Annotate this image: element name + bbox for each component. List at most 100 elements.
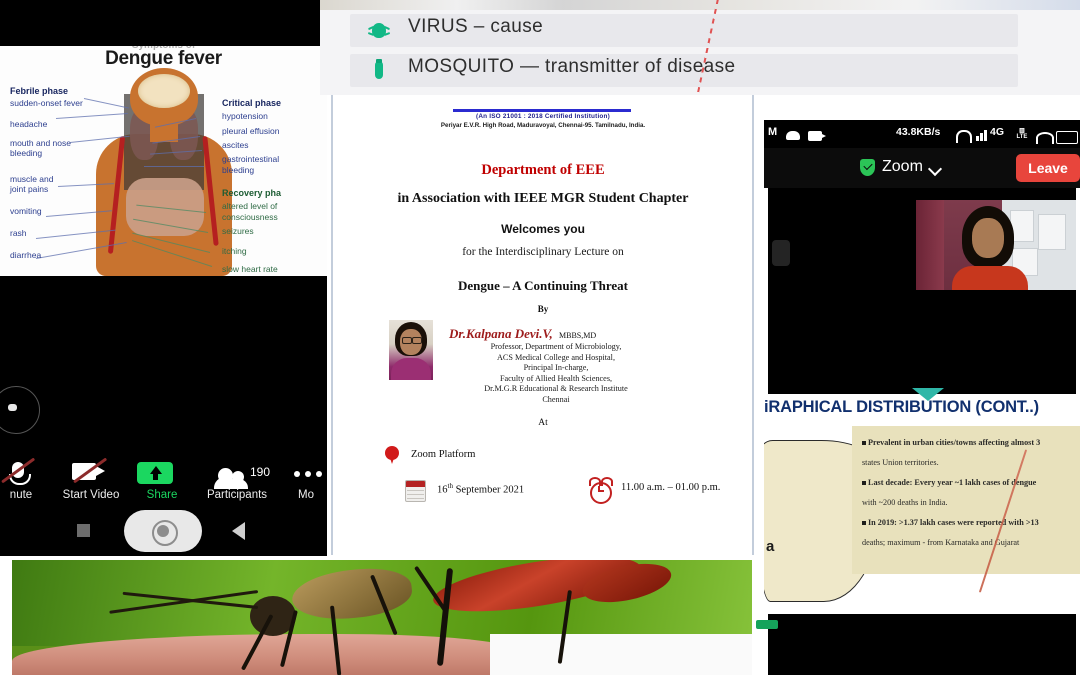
label-critical-phase: Critical phase	[222, 98, 282, 108]
phone-zoom-panel: M 43.8KB/s 4G ▥ LTE Zoom Leave iRAPHICAL…	[756, 120, 1080, 675]
signal-bar-icon	[976, 136, 979, 141]
photo-white-area	[490, 634, 752, 675]
speaker-video-tile[interactable]	[916, 200, 1076, 290]
signal-bar-icon	[984, 130, 987, 141]
at-label: At	[538, 418, 548, 428]
venue-text: Zoom Platform	[411, 449, 476, 460]
label-joint-pains: joint pains	[10, 184, 49, 194]
back-button-icon[interactable]	[232, 522, 245, 540]
calendar-icon	[405, 480, 426, 502]
zoom-shared-screen-panel: Symptoms of Dengue fever	[0, 0, 327, 556]
map-side-letter: a	[766, 538, 775, 555]
cloud-icon	[786, 131, 800, 140]
home-button-inner	[157, 525, 169, 537]
bullet-text: In 2019: >1.37 lakh cases were reported …	[868, 518, 1039, 527]
label-vomiting: vomiting	[10, 206, 42, 216]
more-button[interactable]: Mo	[284, 459, 327, 502]
start-video-button[interactable]: Start Video	[54, 457, 128, 502]
speaker-degree: MBBS,MD	[559, 331, 597, 340]
phone-video-stage	[768, 188, 1076, 394]
label-recovery-phase: Recovery pha	[222, 188, 282, 198]
network-type-label: 4G	[990, 126, 1005, 138]
label-consciousness: consciousness	[222, 212, 278, 222]
screen-top-letterbox	[0, 0, 327, 46]
raise-hand-button[interactable]	[772, 240, 790, 266]
slide-bullet-row: VIRUS – cause	[350, 14, 1018, 47]
slide-bullet-line: In 2019: >1.37 lakh cases were reported …	[862, 518, 1039, 527]
label-sudden-onset-fever: sudden-onset fever	[10, 98, 83, 108]
welcome-line: Welcomes you	[501, 222, 585, 236]
network-speed-label: 43.8KB/s	[896, 126, 941, 138]
label-slow-heart-rate: slow heart rate	[222, 264, 278, 274]
label-altered-level: altered level of	[222, 201, 278, 211]
leader-line	[144, 166, 204, 167]
institution-address-line: Periyar E.V.R. High Road, Maduravoyal, C…	[440, 122, 646, 129]
headset-icon	[956, 130, 972, 143]
virus-row-text: VIRUS – cause	[408, 16, 544, 37]
slide-textbox: Prevalent in urban cities/towns affectin…	[852, 426, 1080, 593]
battery-icon	[1056, 131, 1078, 144]
wifi-icon	[1036, 132, 1054, 144]
iso-certification-line: (An ISO 21001 : 2018 Certified Instituti…	[476, 113, 610, 120]
participants-count: 190	[250, 465, 271, 479]
leave-button[interactable]: Leave	[1016, 154, 1080, 182]
background-curtain	[916, 200, 944, 290]
by-label: By	[537, 304, 549, 314]
share-label: Share	[146, 489, 178, 501]
slide-map-area: a Prevalent in urban cities/towns affect…	[764, 420, 1080, 610]
date-day: 16	[437, 484, 448, 496]
android-navigation-bar	[0, 506, 327, 556]
speaker-affiliation: Professor, Department of Microbiology, A…	[484, 342, 628, 404]
more-dots-icon	[284, 459, 327, 485]
brain	[138, 74, 190, 108]
label-rash: rash	[10, 228, 27, 238]
video-stage	[0, 276, 327, 453]
virus-icon	[367, 19, 391, 41]
status-carrier-label: M	[768, 126, 778, 138]
mosquito-photo	[12, 560, 752, 675]
label-itching: itching	[222, 246, 247, 256]
share-button[interactable]: Share	[128, 459, 196, 502]
dengue-symptoms-figure: Symptoms of Dengue fever	[0, 46, 327, 276]
slide-bullet-line: with ~200 deaths in India.	[862, 498, 948, 507]
recents-button-icon[interactable]	[77, 524, 90, 537]
mute-button[interactable]: nute	[0, 457, 58, 502]
muted-indicator-ring	[0, 386, 40, 434]
mute-label: nute	[9, 489, 33, 501]
share-screen-icon	[128, 459, 196, 485]
letterhead-rule	[453, 109, 631, 112]
mosquito-icon	[368, 59, 390, 81]
label-febrile-phase: Febrile phase	[10, 86, 69, 96]
panel-divider	[331, 95, 332, 555]
chevron-down-icon[interactable]	[927, 161, 943, 177]
label-seizures: seizures	[222, 226, 254, 236]
bullet-text: Last decade: Every year ~1 lakh cases of…	[868, 478, 1037, 487]
slide-bullet-line: Last decade: Every year ~1 lakh cases of…	[862, 478, 1036, 487]
lecture-topic: Dengue – A Continuing Threat	[457, 278, 628, 293]
slide-bullet-line: states Union territories.	[862, 458, 939, 467]
speaker-name: Dr.Kalpana Devi.V,	[449, 326, 553, 341]
speaker-face	[972, 218, 1004, 258]
label-bleeding: bleeding	[10, 148, 43, 158]
lecture-intro-line: for the Interdisciplinary Lecture on	[462, 246, 624, 258]
more-label: Mo	[298, 489, 314, 501]
participants-label: Participants	[206, 489, 268, 501]
event-time: 11.00 a.m. – 01.00 p.m.	[621, 482, 721, 493]
event-date: 16th September 2021	[437, 482, 524, 496]
association-line: in Association with IEEE MGR Student Cha…	[397, 191, 689, 206]
label-ascites: ascites	[222, 140, 249, 150]
green-indicator	[756, 620, 778, 629]
bullet-text: Prevalent in urban cities/towns affectin…	[868, 438, 1041, 447]
label-headache: headache	[10, 119, 48, 129]
speaker-photo	[389, 320, 433, 380]
browser-chrome-strip	[320, 0, 1080, 10]
volte-icon: ▥ LTE	[1016, 128, 1028, 140]
label-pleural-effusion: pleural effusion	[222, 126, 280, 136]
label-hypotension: hypotension	[222, 111, 268, 121]
screen-record-tip-icon	[820, 133, 826, 139]
department-heading: Department of EEE	[481, 162, 605, 178]
participants-button[interactable]: 190 Participants	[192, 459, 282, 502]
label-gastrointestinal: gastrointestinal	[222, 154, 280, 164]
invitation-page: (An ISO 21001 : 2018 Certified Instituti…	[345, 105, 741, 545]
label-gi-bleeding: bleeding	[222, 165, 255, 175]
